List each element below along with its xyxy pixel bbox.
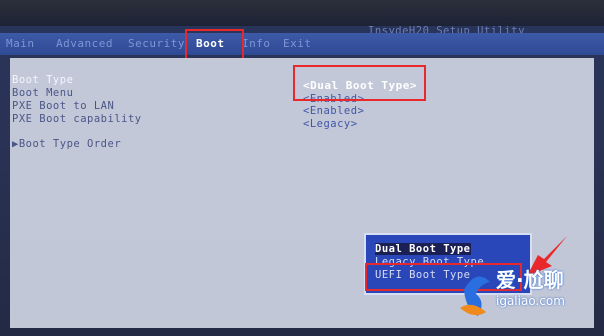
watermark-url: igaliao.com — [496, 294, 565, 308]
watermark: 爱·尬聊 igaliao.com — [456, 260, 601, 332]
bios-screen: InsydeH20 Setup Utility Main Advanced Se… — [0, 0, 604, 336]
watermark-logo-icon — [460, 276, 490, 316]
watermark-logo-text: 爱·尬聊 — [496, 268, 564, 292]
